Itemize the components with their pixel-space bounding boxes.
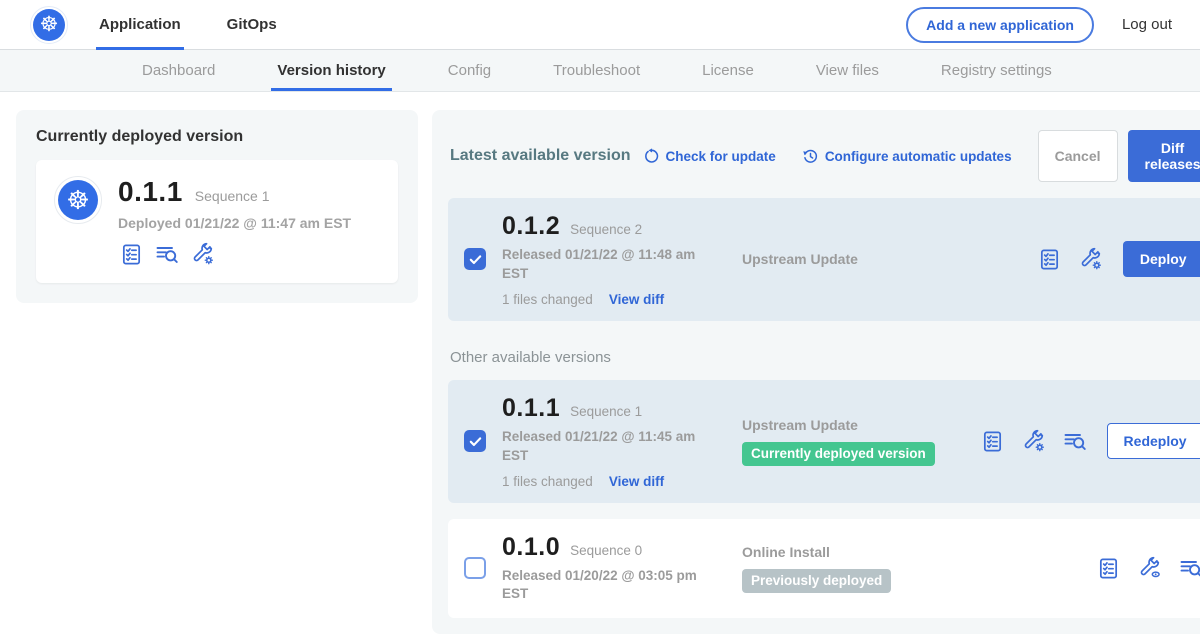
subnav-tab-license[interactable]: License (700, 50, 756, 91)
deploy-logs-icon[interactable] (1062, 428, 1088, 454)
other-available-versions-label: Other available versions (450, 349, 1200, 366)
app-logo: ☸ (30, 6, 68, 44)
version-checkbox[interactable] (464, 248, 486, 270)
preflight-checks-icon[interactable] (1096, 555, 1122, 581)
logout-button[interactable]: Log out (1122, 16, 1172, 33)
view-config-icon[interactable] (1137, 555, 1163, 581)
subnav-tab-troubleshoot[interactable]: Troubleshoot (551, 50, 642, 91)
preflight-checks-icon[interactable] (1037, 246, 1063, 272)
cancel-button[interactable]: Cancel (1038, 130, 1118, 182)
subnav-tab-registry-settings[interactable]: Registry settings (939, 50, 1054, 91)
top-nav: ☸ Application GitOps Add a new applicati… (0, 0, 1200, 50)
main-content: Currently deployed version ☸ 0.1.1 Seque… (0, 92, 1200, 634)
subnav-tab-dashboard[interactable]: Dashboard (140, 50, 217, 91)
configure-automatic-updates-link[interactable]: Configure automatic updates (802, 148, 1012, 165)
currently-deployed-badge: Currently deployed version (742, 442, 935, 466)
version-row-0-1-2: 0.1.2 Sequence 2 Released 01/21/22 @ 11:… (448, 198, 1200, 321)
edit-config-icon[interactable] (1078, 246, 1104, 272)
preflight-checks-icon[interactable] (980, 428, 1006, 454)
latest-available-title: Latest available version (450, 147, 631, 165)
view-diff-link[interactable]: View diff (609, 292, 664, 307)
deploy-button[interactable]: Deploy (1123, 241, 1200, 277)
deployed-timestamp: Deployed 01/21/22 @ 11:47 am EST (118, 215, 351, 231)
preflight-checks-icon[interactable] (118, 241, 144, 267)
refresh-icon (643, 148, 660, 165)
version-checkbox[interactable] (464, 430, 486, 452)
version-source-label: Upstream Update (742, 417, 980, 433)
redeploy-button[interactable]: Redeploy (1107, 423, 1200, 459)
version-number: 0.1.0 (502, 533, 560, 562)
deployed-version-card: ☸ 0.1.1 Sequence 1 Deployed 01/21/22 @ 1… (36, 160, 398, 283)
version-number: 0.1.1 (502, 394, 560, 423)
subnav-tab-config[interactable]: Config (446, 50, 493, 91)
sequence-label: Sequence 2 (570, 222, 642, 237)
released-timestamp: Released 01/21/22 @ 11:48 am EST (502, 246, 702, 284)
deploy-logs-icon[interactable] (154, 241, 180, 267)
diff-releases-button[interactable]: Diff releases (1128, 130, 1200, 182)
checkmark-icon (468, 252, 483, 267)
version-row-0-1-1: 0.1.1 Sequence 1 Released 01/21/22 @ 11:… (448, 380, 1200, 503)
sequence-label: Sequence 0 (570, 543, 642, 558)
app-subnav: Dashboard Version history Config Trouble… (0, 50, 1200, 92)
currently-deployed-title: Currently deployed version (36, 128, 398, 146)
deployed-sequence-label: Sequence 1 (195, 188, 270, 204)
add-new-application-button[interactable]: Add a new application (906, 7, 1094, 43)
deployed-version-number: 0.1.1 (118, 176, 183, 208)
files-changed-label: 1 files changed (502, 474, 593, 489)
kubernetes-app-icon: ☸ (58, 180, 98, 220)
app-icon-ring: ☸ (54, 176, 102, 224)
edit-config-icon[interactable] (1021, 428, 1047, 454)
checkmark-icon (468, 434, 483, 449)
subnav-tab-view-files[interactable]: View files (814, 50, 881, 91)
version-history-panel: Latest available version Check for updat… (432, 110, 1200, 634)
version-number: 0.1.2 (502, 212, 560, 241)
version-source-label: Upstream Update (742, 251, 1037, 267)
released-timestamp: Released 01/21/22 @ 11:45 am EST (502, 428, 702, 466)
row-spacer (448, 503, 1200, 519)
tab-application[interactable]: Application (96, 0, 184, 50)
released-timestamp: Released 01/20/22 @ 03:05 pm EST (502, 567, 702, 605)
deploy-logs-icon[interactable] (1178, 555, 1200, 581)
auto-update-clock-icon (802, 148, 819, 165)
version-row-0-1-0: 0.1.0 Sequence 0 Released 01/20/22 @ 03:… (448, 519, 1200, 619)
previously-deployed-badge: Previously deployed (742, 569, 891, 593)
version-source-label: Online Install (742, 544, 1096, 560)
sequence-label: Sequence 1 (570, 404, 642, 419)
tab-gitops[interactable]: GitOps (224, 0, 280, 50)
subnav-tab-version-history[interactable]: Version history (275, 50, 387, 91)
view-diff-link[interactable]: View diff (609, 474, 664, 489)
files-changed-label: 1 files changed (502, 292, 593, 307)
version-checkbox[interactable] (464, 557, 486, 579)
currently-deployed-card: Currently deployed version ☸ 0.1.1 Seque… (16, 110, 418, 303)
check-for-update-link[interactable]: Check for update (643, 148, 776, 165)
kubernetes-logo-icon: ☸ (33, 9, 65, 41)
edit-config-icon[interactable] (190, 241, 216, 267)
